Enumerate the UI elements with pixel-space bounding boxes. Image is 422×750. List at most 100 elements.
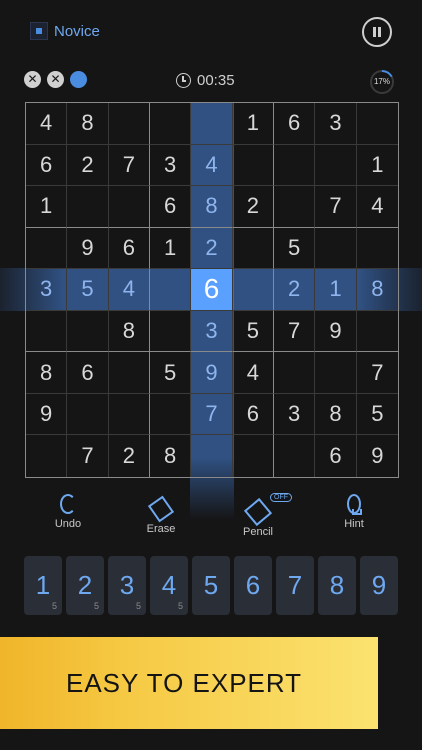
sudoku-cell[interactable]: 6 [67,352,109,394]
sudoku-cell[interactable] [67,186,109,228]
sudoku-cell[interactable]: 2 [273,269,316,311]
erase-button[interactable]: Erase [131,494,191,535]
sudoku-cell[interactable]: 2 [191,227,233,270]
sudoku-cell[interactable] [315,227,357,270]
sudoku-cell[interactable]: 8 [191,186,233,228]
sudoku-cell[interactable] [273,186,316,228]
sudoku-cell[interactable]: 7 [315,186,357,228]
sudoku-cell[interactable] [273,352,316,394]
sudoku-cell[interactable]: 9 [191,352,233,394]
sudoku-cell[interactable]: 3 [149,144,192,187]
sudoku-cell[interactable]: 6 [149,186,192,228]
number-key-3[interactable]: 35 [108,556,146,615]
sudoku-cell[interactable]: 6 [108,227,150,270]
sudoku-cell[interactable] [108,393,150,436]
number-key-6[interactable]: 6 [234,556,272,615]
sudoku-cell[interactable] [149,103,192,145]
sudoku-cell[interactable]: 9 [315,310,357,353]
sudoku-cell[interactable]: 8 [150,435,192,477]
pencil-icon [243,497,273,527]
sudoku-cell[interactable]: 4 [191,144,233,187]
sudoku-cell[interactable] [356,103,398,145]
number-key-7[interactable]: 7 [276,556,314,615]
sudoku-cell[interactable] [26,310,68,353]
sudoku-cell[interactable] [232,227,274,270]
sudoku-cell[interactable] [108,103,150,145]
sudoku-cell[interactable]: 7 [191,393,233,436]
sudoku-cell[interactable]: 6 [191,269,233,311]
sudoku-cell[interactable]: 4 [356,186,398,228]
sudoku-cell[interactable]: 8 [26,352,68,394]
number-key-1[interactable]: 15 [24,556,62,615]
sudoku-cell[interactable]: 7 [67,435,109,477]
sudoku-cell[interactable]: 9 [357,435,398,477]
sudoku-cell[interactable]: 5 [273,227,316,270]
number-key-digit: 8 [329,570,345,600]
sudoku-cell[interactable]: 2 [109,435,150,477]
sudoku-cell[interactable]: 9 [26,393,68,436]
sudoku-cell[interactable] [315,352,357,394]
sudoku-cell[interactable] [274,435,316,477]
sudoku-cell[interactable] [108,352,150,394]
mistake-mark-3 [70,71,87,88]
sudoku-cell[interactable]: 6 [232,393,274,436]
number-key-9[interactable]: 9 [360,556,398,615]
sudoku-cell[interactable] [191,103,233,145]
sudoku-cell[interactable]: 5 [232,310,274,353]
sudoku-cell[interactable]: 8 [356,269,398,311]
number-key-2[interactable]: 25 [66,556,104,615]
mistake-mark-1: ✕ [24,71,41,88]
sudoku-cell[interactable] [315,144,357,187]
sudoku-cell[interactable] [191,435,233,477]
sudoku-cell[interactable]: 2 [232,186,274,228]
sudoku-cell[interactable] [356,228,398,270]
sudoku-cell[interactable]: 7 [356,352,398,394]
sudoku-cell[interactable]: 3 [273,393,316,436]
sudoku-cell[interactable]: 6 [315,435,357,477]
pause-button[interactable] [362,17,392,47]
sudoku-cell[interactable]: 2 [67,144,109,187]
sudoku-cell[interactable]: 8 [67,103,109,145]
sudoku-cell[interactable]: 5 [67,269,109,311]
sudoku-cell[interactable] [67,393,109,436]
number-key-4[interactable]: 45 [150,556,188,615]
sudoku-cell[interactable]: 6 [273,103,316,145]
sudoku-cell[interactable] [232,269,274,311]
sudoku-cell[interactable] [108,186,150,228]
sudoku-cell[interactable]: 5 [356,394,398,436]
sudoku-cell[interactable]: 6 [26,144,68,187]
sudoku-cell[interactable]: 3 [191,310,233,353]
sudoku-cell[interactable] [273,144,316,187]
sudoku-cell[interactable] [149,310,192,353]
number-key-digit: 7 [287,570,303,600]
sudoku-cell[interactable]: 7 [273,310,316,353]
sudoku-cell[interactable] [26,435,68,477]
hint-button[interactable]: Hint [324,494,384,530]
sudoku-cell[interactable]: 9 [67,227,109,270]
sudoku-cell[interactable]: 7 [108,144,150,187]
sudoku-cell[interactable] [356,311,398,353]
sudoku-cell[interactable]: 4 [108,269,150,311]
sudoku-cell[interactable] [149,393,192,436]
sudoku-cell[interactable] [232,144,274,187]
sudoku-cell[interactable]: 4 [232,352,274,394]
sudoku-cell[interactable]: 1 [149,227,192,270]
undo-button[interactable]: Undo [38,494,98,530]
sudoku-board-area: 4816362734116827496125354621883579865947… [0,102,422,520]
sudoku-cell[interactable]: 3 [26,269,68,311]
sudoku-cell[interactable]: 1 [232,103,274,145]
sudoku-cell[interactable]: 5 [149,352,192,394]
sudoku-cell[interactable] [67,310,109,353]
sudoku-cell[interactable]: 1 [26,186,68,228]
number-key-8[interactable]: 8 [318,556,356,615]
sudoku-cell[interactable]: 3 [315,103,357,145]
sudoku-cell[interactable]: 1 [356,145,398,187]
sudoku-cell[interactable]: 8 [315,393,357,436]
number-key-5[interactable]: 5 [192,556,230,615]
sudoku-cell[interactable]: 8 [108,310,150,353]
sudoku-cell[interactable] [26,227,68,270]
sudoku-cell[interactable] [149,269,192,311]
sudoku-cell[interactable]: 4 [26,103,68,145]
sudoku-cell[interactable]: 1 [315,269,357,311]
sudoku-cell[interactable] [233,435,274,477]
